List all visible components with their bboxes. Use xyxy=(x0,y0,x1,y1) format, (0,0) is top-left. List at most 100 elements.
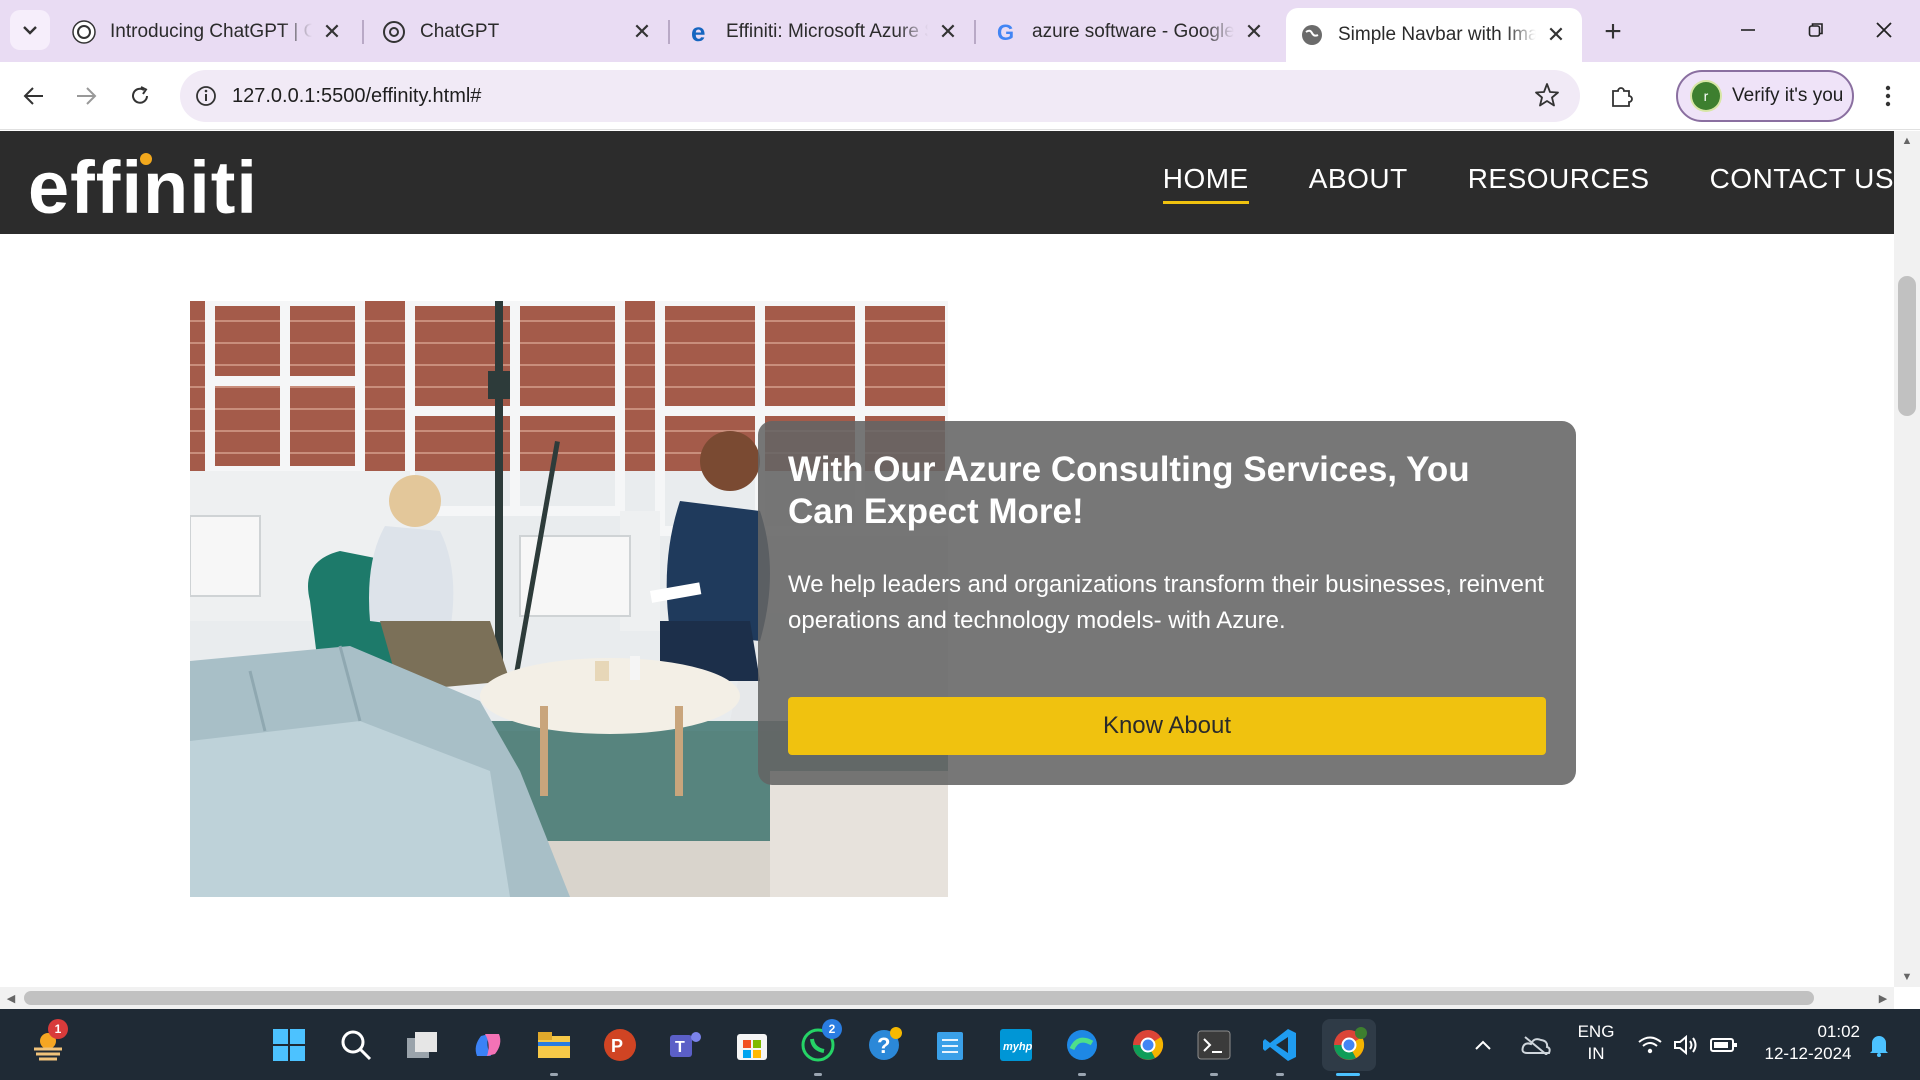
url-text[interactable]: 127.0.0.1:5500/effinity.html# xyxy=(232,85,481,108)
language-indicator[interactable]: ENG IN xyxy=(1574,1021,1618,1065)
know-about-button[interactable]: Know About xyxy=(788,697,1546,755)
tab-introducing-chatgpt[interactable]: Introducing ChatGPT | Op ✕ xyxy=(58,10,358,54)
google-icon: G xyxy=(994,20,1018,44)
tab-effiniti-azure[interactable]: e Effiniti: Microsoft Azure S ✕ xyxy=(674,10,974,54)
weather-badge: 1 xyxy=(48,1019,68,1039)
task-view-icon[interactable] xyxy=(400,1023,444,1067)
clock[interactable]: 01:02 12-12-2024 xyxy=(1756,1021,1860,1065)
svg-text:?: ? xyxy=(877,1033,890,1058)
extensions-button[interactable] xyxy=(1602,76,1642,116)
bookmark-star-icon[interactable] xyxy=(1534,82,1560,113)
tab-search-button[interactable] xyxy=(10,10,50,50)
nav-link-about[interactable]: ABOUT xyxy=(1309,163,1408,204)
nav-link-resources[interactable]: RESOURCES xyxy=(1468,163,1650,204)
running-indicator xyxy=(814,1073,822,1076)
globe-icon xyxy=(1300,23,1324,47)
site-info-icon[interactable] xyxy=(180,85,232,107)
minimize-button[interactable] xyxy=(1716,8,1780,52)
vscode-icon[interactable] xyxy=(1258,1023,1302,1067)
close-icon[interactable]: ✕ xyxy=(936,19,960,44)
nav-link-contact[interactable]: CONTACT US xyxy=(1710,163,1894,204)
volume-icon[interactable] xyxy=(1668,1023,1704,1067)
site-nav-links: HOME ABOUT RESOURCES CONTACT US xyxy=(1103,163,1894,204)
close-icon[interactable]: ✕ xyxy=(630,19,654,44)
tab-google-search[interactable]: G azure software - Google S ✕ xyxy=(980,10,1280,54)
restore-button[interactable] xyxy=(1784,8,1848,52)
arrow-left-icon xyxy=(23,87,43,105)
address-bar[interactable]: 127.0.0.1:5500/effinity.html# xyxy=(180,70,1580,122)
tab-separator xyxy=(362,20,364,44)
vertical-scroll-thumb[interactable] xyxy=(1898,276,1916,416)
windows-taskbar: 1 P T 2 ? myhp ENG IN 01:02 12-12-2024 xyxy=(0,1009,1920,1080)
close-icon[interactable]: ✕ xyxy=(320,19,344,44)
close-window-button[interactable] xyxy=(1852,8,1916,52)
forward-button[interactable] xyxy=(66,76,106,116)
notification-bell-icon[interactable] xyxy=(1864,1023,1894,1067)
hero-heading: With Our Azure Consulting Services, You … xyxy=(788,450,1470,531)
battery-icon[interactable] xyxy=(1706,1023,1742,1067)
minimize-icon xyxy=(1741,29,1755,31)
copilot-icon[interactable] xyxy=(466,1023,510,1067)
browser-toolbar: 127.0.0.1:5500/effinity.html# r Verify i… xyxy=(0,62,1920,130)
running-indicator xyxy=(1210,1073,1218,1076)
edge-icon[interactable] xyxy=(1060,1023,1104,1067)
file-explorer-icon[interactable] xyxy=(532,1023,576,1067)
windows-start-icon[interactable] xyxy=(267,1023,311,1067)
wifi-icon[interactable] xyxy=(1632,1023,1668,1067)
scroll-right-arrow-icon[interactable]: ▶ xyxy=(1872,987,1894,1009)
verify-profile-button[interactable]: r Verify it's you xyxy=(1676,70,1854,122)
myhp-icon[interactable]: myhp xyxy=(994,1023,1038,1067)
logo-dot xyxy=(140,153,152,165)
running-indicator xyxy=(550,1073,558,1076)
tab-separator xyxy=(974,20,976,44)
onedrive-icon[interactable] xyxy=(1516,1023,1556,1067)
reload-button[interactable] xyxy=(120,76,160,116)
avatar: r xyxy=(1692,82,1720,110)
get-help-icon[interactable]: ? xyxy=(862,1023,906,1067)
scroll-left-arrow-icon[interactable]: ◀ xyxy=(0,987,22,1009)
browser-menu-button[interactable] xyxy=(1870,76,1906,116)
horizontal-scroll-thumb[interactable] xyxy=(24,991,1814,1005)
tab-simple-navbar[interactable]: Simple Navbar with Imag ✕ xyxy=(1286,8,1582,62)
restore-icon xyxy=(1808,23,1823,37)
chevron-up-icon[interactable] xyxy=(1468,1023,1498,1067)
terminal-icon[interactable] xyxy=(1192,1023,1236,1067)
language-code: ENG xyxy=(1577,1022,1615,1041)
teams-icon[interactable]: T xyxy=(664,1023,708,1067)
close-icon[interactable]: ✕ xyxy=(1544,22,1568,47)
kebab-menu-icon xyxy=(1885,85,1891,107)
openai-icon xyxy=(72,20,96,44)
powerpoint-icon[interactable]: P xyxy=(598,1023,642,1067)
svg-text:e: e xyxy=(691,20,705,44)
scroll-down-arrow-icon[interactable]: ▼ xyxy=(1894,967,1920,987)
tab-strip: Introducing ChatGPT | Op ✕ ChatGPT ✕ e E… xyxy=(0,0,1920,62)
svg-text:P: P xyxy=(611,1036,623,1056)
chrome-profile-icon[interactable] xyxy=(1322,1019,1376,1071)
tab-title: Introducing ChatGPT | Op xyxy=(110,21,312,42)
svg-text:T: T xyxy=(675,1039,685,1056)
chevron-down-icon xyxy=(23,26,37,35)
notepad-icon[interactable] xyxy=(928,1023,972,1067)
close-icon[interactable]: ✕ xyxy=(1242,19,1266,44)
microsoft-store-icon[interactable] xyxy=(730,1023,774,1067)
scroll-up-arrow-icon[interactable]: ▲ xyxy=(1894,131,1920,151)
nav-link-home[interactable]: HOME xyxy=(1162,163,1249,204)
back-button[interactable] xyxy=(14,76,54,116)
tab-title: ChatGPT xyxy=(420,21,500,42)
horizontal-scrollbar[interactable]: ◀ ▶ xyxy=(0,987,1894,1009)
clock-date: 12-12-2024 xyxy=(1764,1044,1852,1063)
whatsapp-badge: 2 xyxy=(822,1019,842,1039)
vertical-scrollbar[interactable]: ▲ ▼ xyxy=(1894,131,1920,987)
active-indicator xyxy=(1336,1073,1360,1076)
tab-chatgpt[interactable]: ChatGPT ✕ xyxy=(368,10,668,54)
openai-icon xyxy=(382,20,406,44)
edge-e-icon: e xyxy=(688,20,712,44)
page-viewport: effiniti HOME ABOUT RESOURCES CONTACT US xyxy=(0,131,1894,987)
new-tab-button[interactable]: + xyxy=(1595,14,1631,50)
clock-time: 01:02 xyxy=(1817,1022,1860,1041)
tab-title: Simple Navbar with Imag xyxy=(1338,24,1536,45)
chrome-icon[interactable] xyxy=(1126,1023,1170,1067)
tab-title: azure software - Google S xyxy=(1032,21,1234,42)
svg-text:myhp: myhp xyxy=(1003,1041,1033,1053)
search-icon[interactable] xyxy=(334,1023,378,1067)
